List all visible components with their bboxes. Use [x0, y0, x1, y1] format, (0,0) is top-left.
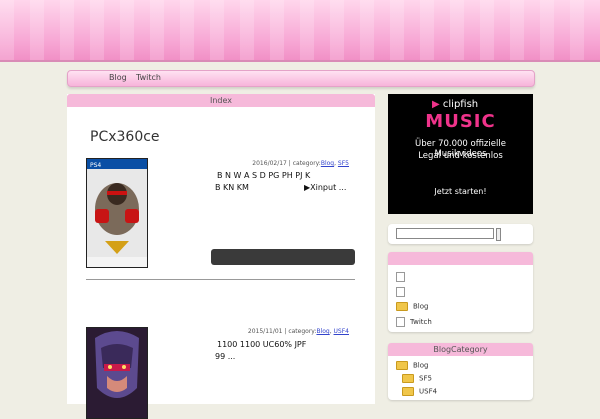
search-widget [388, 224, 533, 244]
file-icon [396, 317, 405, 327]
ad-cta[interactable]: Jetzt starten! [388, 187, 533, 196]
clipfish-logo: ▶ clipfish [432, 99, 478, 110]
post-divider [86, 279, 355, 280]
folder-icon [396, 361, 408, 370]
nav-item-blog[interactable]: Blog [109, 73, 127, 82]
category-link-usf4[interactable]: USF4 [334, 328, 349, 335]
ad-line-2: Legal und kostenlos [418, 151, 503, 161]
search-input[interactable] [396, 228, 494, 239]
folder-icon [402, 374, 414, 383]
post2-excerpt-line2: 99 ... [215, 352, 236, 361]
links-widget-title [388, 252, 533, 265]
category-label-blog: Blog [413, 361, 429, 370]
category-blog[interactable]: Blog [396, 361, 428, 370]
nav-bar: Blog Twitch [67, 70, 535, 87]
category-link-blog[interactable]: Blog [321, 160, 334, 167]
index-header: Index [67, 94, 375, 107]
post-date: 2016/02/17 | category: [252, 160, 321, 167]
play-icon: ▶ [432, 99, 440, 110]
post-meta-2: 2015/11/01 | category:Blog, USF4 [247, 328, 349, 335]
clipfish-ad[interactable]: ▶ clipfish MUSIC Über 70.000 offizielle … [388, 94, 533, 214]
post2-excerpt-line1: 1100 1100 UC60% JPF [217, 340, 307, 349]
link-item-blank-2[interactable] [396, 287, 410, 297]
link-item-twitch[interactable]: Twitch [396, 317, 432, 327]
file-icon [396, 287, 405, 297]
category-widget-title: BlogCategory [388, 343, 533, 356]
post-title[interactable]: PCx360ce [90, 129, 160, 145]
links-widget: Blog Twitch [388, 252, 533, 332]
main-column: Index PCx360ce PS4 2016/02/17 | category… [67, 94, 375, 419]
link-label-twitch: Twitch [410, 318, 432, 326]
ad-logo-text: clipfish [442, 99, 479, 110]
folder-icon [402, 387, 414, 396]
link-label-blog: Blog [413, 302, 429, 311]
link-item-blank-1[interactable] [396, 272, 410, 282]
post-thumbnail-ps4[interactable]: PS4 [86, 158, 148, 268]
category-usf4[interactable]: USF4 [402, 387, 437, 396]
post-date-2: 2015/11/01 | category: [247, 328, 317, 335]
category-label-sf5: SF5 [419, 374, 432, 383]
category-link-blog-2[interactable]: Blog [316, 328, 329, 335]
search-button[interactable] [496, 228, 501, 241]
category-link-sf5[interactable]: SF5 [338, 160, 349, 167]
svg-text:PS4: PS4 [90, 162, 101, 169]
category-label-usf4: USF4 [419, 387, 438, 396]
post-thumbnail-character[interactable] [86, 327, 148, 419]
link-item-blog[interactable]: Blog [396, 302, 428, 311]
read-more-button[interactable] [211, 249, 355, 265]
post-excerpt-line1: B N W A S D PG PH PJ K [217, 171, 311, 180]
file-icon [396, 272, 405, 282]
post-meta: 2016/02/17 | category:Blog, SF5 [252, 160, 349, 167]
category-widget: BlogCategory Blog SF5 USF4 [388, 343, 533, 400]
category-sf5[interactable]: SF5 [402, 374, 432, 383]
xinput-link[interactable]: ▶Xinput ... [304, 182, 346, 194]
ad-headline: MUSIC [425, 111, 496, 132]
header-banner [0, 0, 600, 62]
post-excerpt-line2: B KN KM [215, 183, 249, 192]
nav-item-twitch[interactable]: Twitch [136, 73, 161, 82]
folder-icon [396, 302, 408, 311]
